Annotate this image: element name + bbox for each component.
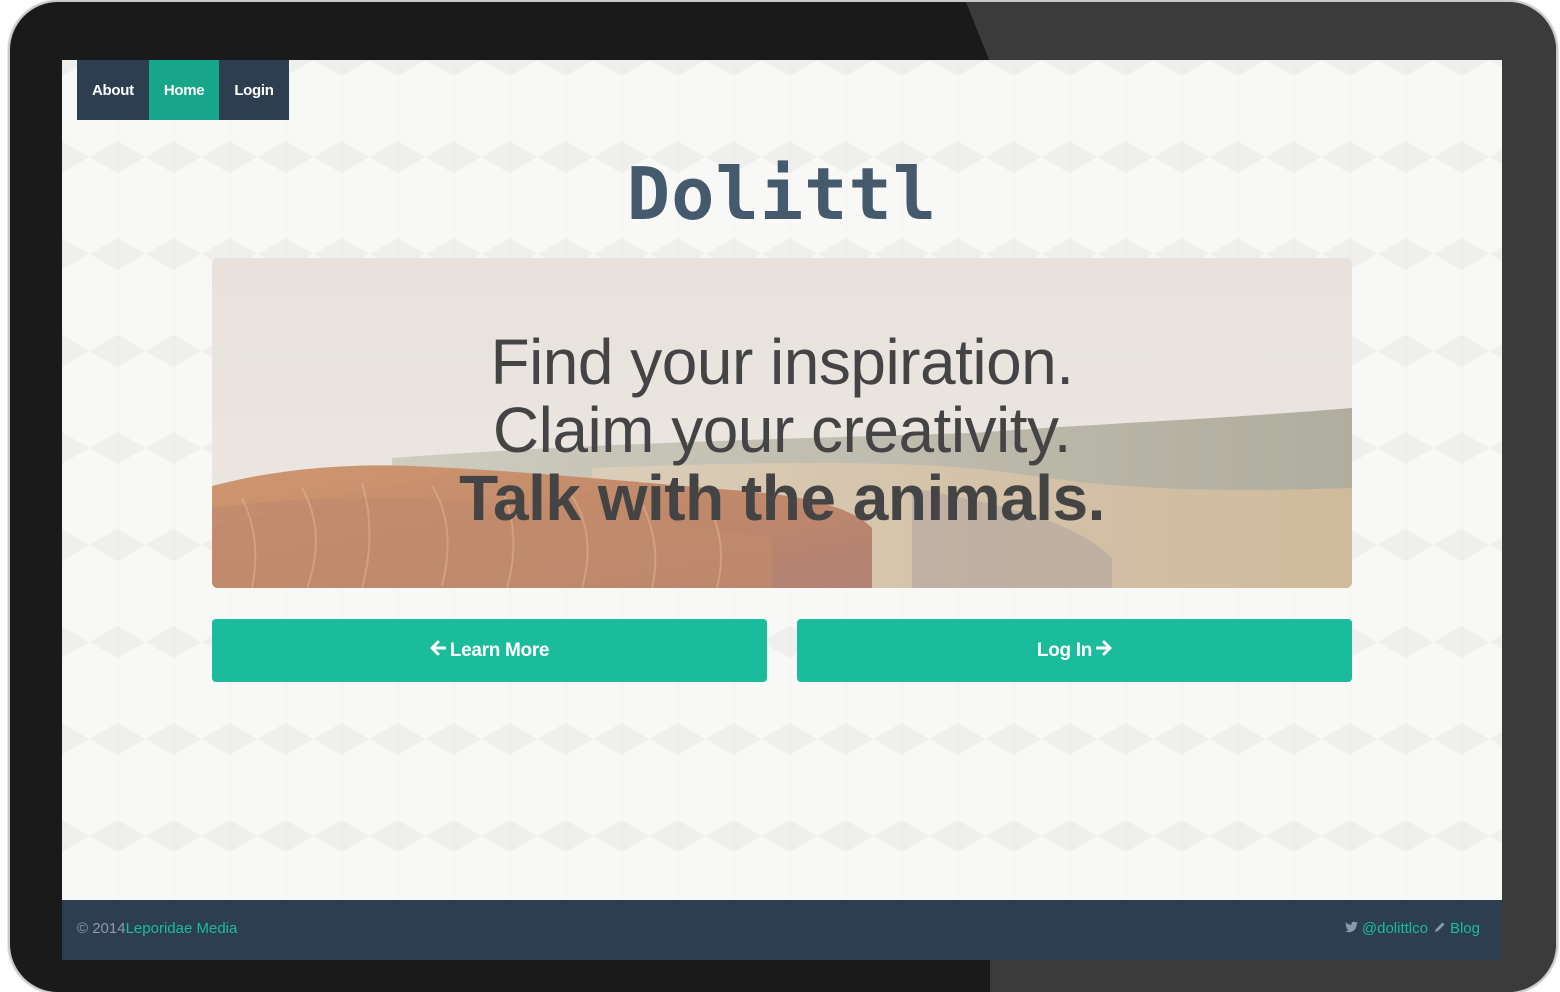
nav-item-about[interactable]: About	[77, 60, 149, 120]
learn-more-label: Learn More	[449, 639, 550, 661]
footer: © 2014Leporidae Media @dolittlco Blog	[62, 900, 1502, 960]
blog-link[interactable]: Blog	[1450, 920, 1480, 937]
arrow-left-icon	[430, 639, 447, 662]
pencil-icon	[1434, 920, 1446, 937]
arrow-right-icon	[1095, 639, 1112, 662]
site-logo: Dolittl	[626, 152, 938, 236]
twitter-link[interactable]: @dolittlco	[1362, 920, 1428, 937]
hero-line-3: Talk with the animals.	[459, 462, 1105, 534]
nav-item-home[interactable]: Home	[148, 60, 220, 120]
hero-banner: Find your inspiration. Claim your creati…	[212, 258, 1352, 588]
hero-line-2: Claim your creativity.	[492, 394, 1072, 466]
hero-tagline: Find your inspiration. Claim your creati…	[212, 328, 1352, 532]
copyright-text: © 2014	[77, 920, 126, 937]
nav-item-login[interactable]: Login	[219, 60, 289, 120]
company-link[interactable]: Leporidae Media	[126, 920, 238, 937]
twitter-icon	[1344, 920, 1358, 937]
log-in-label: Log In	[1036, 639, 1093, 661]
learn-more-button[interactable]: Learn More	[212, 619, 767, 682]
hero-line-1: Find your inspiration.	[490, 326, 1074, 398]
log-in-button[interactable]: Log In	[797, 619, 1352, 682]
footer-links: @dolittlco Blog	[1344, 920, 1480, 937]
browser-screen: About Home Login Dolittl Find your inspi…	[62, 60, 1502, 960]
footer-copyright: © 2014Leporidae Media	[77, 920, 237, 937]
top-nav: About Home Login	[77, 60, 289, 120]
